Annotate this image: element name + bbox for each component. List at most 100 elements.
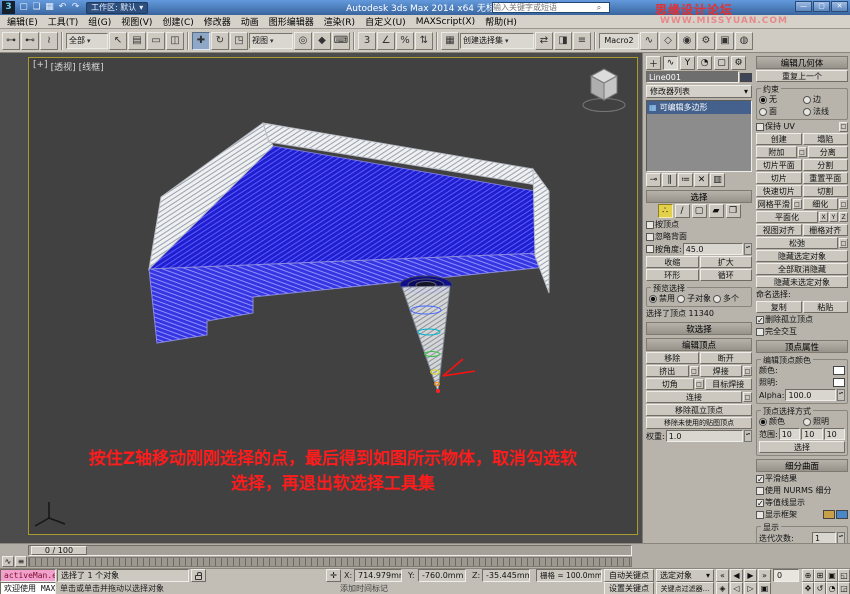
select-object-icon[interactable]: ↖ — [109, 32, 127, 50]
range-r-value[interactable]: 10 — [779, 428, 800, 440]
planar-y-button[interactable]: Y — [829, 212, 838, 222]
loop-button[interactable]: 循环 — [700, 269, 753, 281]
remove-button[interactable]: 移除 — [646, 352, 699, 364]
show-cage-checkbox[interactable] — [756, 511, 764, 519]
isoline-display-checkbox[interactable]: ✓ — [756, 499, 764, 507]
planar-x-button[interactable]: X — [819, 212, 828, 222]
subobject-polygon-icon[interactable]: ▰ — [709, 204, 724, 218]
constraint-none-radio[interactable] — [759, 96, 767, 104]
spinner-snap-icon[interactable]: ⇅ — [415, 32, 433, 50]
bind-to-spacewarp-icon[interactable]: ≀ — [40, 32, 58, 50]
select-by-color-radio[interactable] — [759, 418, 767, 426]
extrude-settings-icon[interactable]: □ — [690, 366, 699, 376]
menu-item[interactable]: MAXScript(X) — [411, 17, 480, 27]
range-g-value[interactable]: 10 — [801, 428, 822, 440]
named-selection-set-dropdown[interactable]: 创建选择集▾ — [460, 33, 534, 49]
object-color-swatch[interactable] — [740, 73, 752, 82]
constraint-edge-radio[interactable] — [803, 96, 811, 104]
render-production-icon[interactable]: ◍ — [735, 32, 753, 50]
display-tab-icon[interactable]: ▢ — [714, 56, 729, 70]
iterations-value[interactable]: 1 — [812, 532, 836, 543]
menu-item[interactable]: 帮助(H) — [480, 15, 522, 28]
by-angle-checkbox[interactable] — [646, 245, 654, 253]
rollout-vertex-properties[interactable]: 顶点属性 — [756, 340, 848, 353]
rollout-selection[interactable]: 选择 — [646, 190, 752, 203]
vertex-alpha-spinner[interactable]: ▴▾ — [837, 389, 845, 401]
copy-button[interactable]: 复制 — [756, 301, 802, 313]
window-crossing-icon[interactable]: ◫ — [166, 32, 184, 50]
constraint-face-radio[interactable] — [759, 108, 767, 116]
undo-icon[interactable]: ↶ — [56, 1, 69, 14]
remove-modifier-icon[interactable]: ✕ — [694, 173, 709, 187]
select-and-manipulate-icon[interactable]: ◆ — [313, 32, 331, 50]
preview-off-radio[interactable] — [649, 295, 657, 303]
zoom-region-icon[interactable]: ◱ — [838, 569, 850, 582]
create-tab-icon[interactable]: ＋ — [646, 56, 661, 70]
current-frame-field[interactable]: 0 — [773, 569, 799, 582]
previous-key-icon[interactable]: ◁ — [730, 582, 743, 594]
absolute-mode-transform-icon[interactable]: ✛ — [326, 569, 341, 582]
preview-subobj-radio[interactable] — [677, 295, 685, 303]
by-vertex-checkbox[interactable] — [646, 221, 654, 229]
vertex-alpha-value[interactable]: 100.0 — [785, 389, 836, 401]
selection-filter-dropdown[interactable]: 全部▾ — [66, 33, 108, 49]
vertex-color-swatch[interactable] — [833, 366, 845, 375]
time-slider-handle[interactable]: 0 / 100 — [31, 546, 87, 555]
tessellate-button[interactable]: 细化 — [803, 198, 839, 210]
weight-value[interactable]: 1.0 — [666, 430, 743, 442]
break-button[interactable]: 断开 — [700, 352, 753, 364]
select-by-color-button[interactable]: 选择 — [759, 441, 845, 453]
selection-lock-icon[interactable] — [191, 569, 206, 582]
go-to-start-icon[interactable]: « — [716, 569, 729, 582]
search-input[interactable] — [493, 3, 593, 12]
keyboard-override-icon[interactable]: ⌨ — [332, 32, 350, 50]
viewport-menu-plus[interactable]: [+] — [33, 60, 48, 73]
orbit-icon[interactable]: ↺ — [814, 582, 826, 594]
pan-view-icon[interactable]: ✥ — [802, 582, 814, 594]
y-coordinate-field[interactable]: -760.0mm — [418, 569, 466, 582]
rollout-edit-geometry[interactable]: 编辑几何体 — [756, 56, 848, 69]
selected-dropdown[interactable]: 选定对象▾ — [656, 569, 714, 582]
x-coordinate-field[interactable]: 714.979mm — [354, 569, 402, 582]
select-and-link-icon[interactable]: ⊶ — [2, 32, 20, 50]
subobject-border-icon[interactable]: ▢ — [692, 204, 707, 218]
modifier-stack[interactable]: ▦ 可编辑多边形 — [646, 100, 752, 172]
workspace-dropdown[interactable]: 工作区: 默认 ▾ — [86, 2, 148, 14]
close-button[interactable]: ✕ — [831, 1, 848, 12]
rollout-edit-vertices[interactable]: 编辑顶点 — [646, 338, 752, 351]
new-scene-icon[interactable]: ▢ — [17, 1, 30, 14]
connect-button[interactable]: 连接 — [646, 391, 742, 403]
perspective-viewport[interactable]: [+] [透视] [线框] 按住Z轴移动刚刚选择的点，最后得到如图所示物体，取消… — [28, 57, 638, 535]
app-logo-button[interactable]: 3 — [2, 1, 15, 14]
curve-editor-icon[interactable]: ∿ — [640, 32, 658, 50]
go-to-end-icon[interactable]: » — [758, 569, 771, 582]
rectangular-selection-icon[interactable]: ▭ — [147, 32, 165, 50]
hide-selected-button[interactable]: 隐藏选定对象 — [756, 250, 848, 262]
search-icon[interactable]: ⌕ — [593, 3, 605, 13]
repeat-last-button[interactable]: 重复上一个 — [756, 70, 848, 82]
split-button[interactable]: 分割 — [803, 159, 849, 171]
target-weld-button[interactable]: 目标焊接 — [705, 378, 753, 390]
relax-button[interactable]: 松弛 — [756, 237, 838, 249]
make-unique-icon[interactable]: ≔ — [678, 173, 693, 187]
unlink-selection-icon[interactable]: ⊷ — [21, 32, 39, 50]
rollout-subdivision-surface[interactable]: 细分曲面 — [756, 459, 848, 472]
iterations-spinner[interactable]: ▴▾ — [837, 532, 845, 543]
menu-item[interactable]: 工具(T) — [43, 15, 84, 28]
modifier-list-dropdown[interactable]: 修改器列表 ▾ — [646, 85, 752, 98]
zoom-all-icon[interactable]: ⊞ — [814, 569, 826, 582]
weld-settings-icon[interactable]: □ — [743, 366, 752, 376]
mini-curve-editor-icon[interactable]: ∿ — [2, 556, 14, 567]
weight-spinner[interactable]: ▴▾ — [744, 430, 752, 442]
redo-icon[interactable]: ↷ — [69, 1, 82, 14]
constraint-normal-radio[interactable] — [803, 108, 811, 116]
stack-item-editable-poly[interactable]: ▦ 可编辑多边形 — [647, 101, 751, 114]
select-and-move-icon[interactable]: ✚ — [192, 32, 210, 50]
time-slider-track[interactable]: 0 / 100 — [28, 545, 632, 556]
percent-snap-icon[interactable]: % — [396, 32, 414, 50]
previous-frame-icon[interactable]: ◀ — [730, 569, 743, 582]
make-planar-button[interactable]: 平面化 — [756, 211, 818, 223]
object-name-field[interactable]: Line001 — [646, 71, 739, 83]
connect-settings-icon[interactable]: □ — [743, 392, 752, 402]
relax-settings-icon[interactable]: □ — [839, 238, 848, 248]
